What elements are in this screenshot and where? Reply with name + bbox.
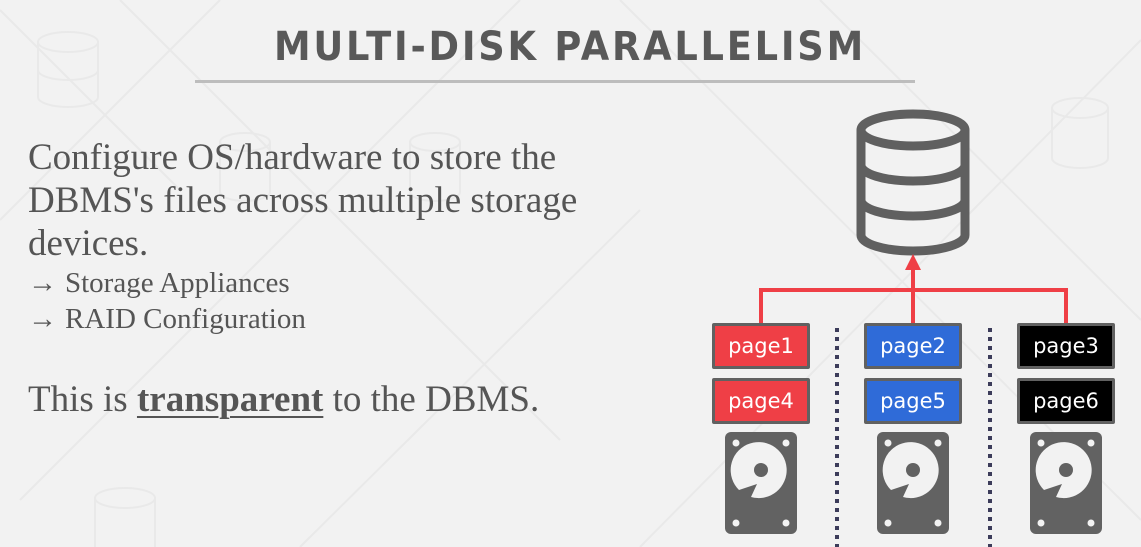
screw-hole: [934, 439, 942, 447]
multi-disk-diagram: [725, 109, 1102, 547]
screw-hole: [884, 439, 892, 447]
arrow-head-icon: [905, 254, 921, 270]
screw-hole: [884, 519, 892, 527]
page-block: page2: [864, 323, 962, 369]
screw-hole: [1037, 519, 1045, 527]
screw-hole: [782, 439, 790, 447]
screw-hole: [732, 439, 740, 447]
hard-drive-icon: [725, 432, 797, 534]
hard-drive-icon: [1030, 432, 1102, 534]
connector-lines: [759, 268, 1068, 323]
database-icon: [856, 109, 970, 256]
page-block: page6: [1017, 378, 1115, 424]
screw-hole: [934, 519, 942, 527]
page-block: page1: [712, 323, 810, 369]
screw-hole: [782, 519, 790, 527]
page-block: page4: [712, 378, 810, 424]
page-block: page3: [1017, 323, 1115, 369]
screw-hole: [1087, 519, 1095, 527]
hard-drive-icon: [877, 432, 949, 534]
screw-hole: [1037, 439, 1045, 447]
screw-hole: [732, 519, 740, 527]
page-block: page5: [864, 378, 962, 424]
screw-hole: [1087, 439, 1095, 447]
